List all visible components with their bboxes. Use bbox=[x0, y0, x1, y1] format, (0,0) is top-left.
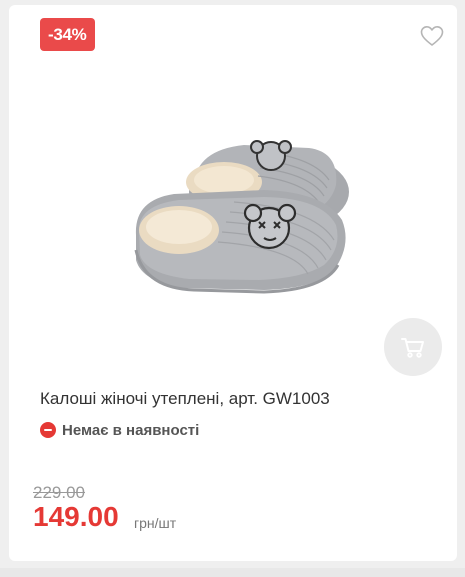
minus-circle-icon bbox=[40, 422, 56, 438]
heart-outline-icon bbox=[420, 26, 444, 46]
front-slipper-shape bbox=[134, 190, 346, 294]
product-title[interactable]: Калоші жіночі утеплені, арт. GW1003 bbox=[40, 389, 330, 409]
cart-icon bbox=[401, 338, 424, 358]
price-unit: грн/шт bbox=[134, 515, 177, 531]
product-image[interactable] bbox=[124, 130, 354, 305]
old-price: 229.00 bbox=[33, 483, 85, 502]
add-to-cart-button[interactable] bbox=[384, 318, 442, 376]
stock-status: Немає в наявності bbox=[40, 420, 199, 440]
product-card[interactable]: -34% bbox=[9, 5, 457, 561]
discount-badge: -34% bbox=[40, 18, 95, 51]
current-price: 149.00 bbox=[33, 501, 119, 532]
next-card-edge bbox=[0, 568, 465, 577]
stock-status-label: Немає в наявності bbox=[62, 421, 200, 439]
favorite-button[interactable] bbox=[419, 24, 445, 48]
